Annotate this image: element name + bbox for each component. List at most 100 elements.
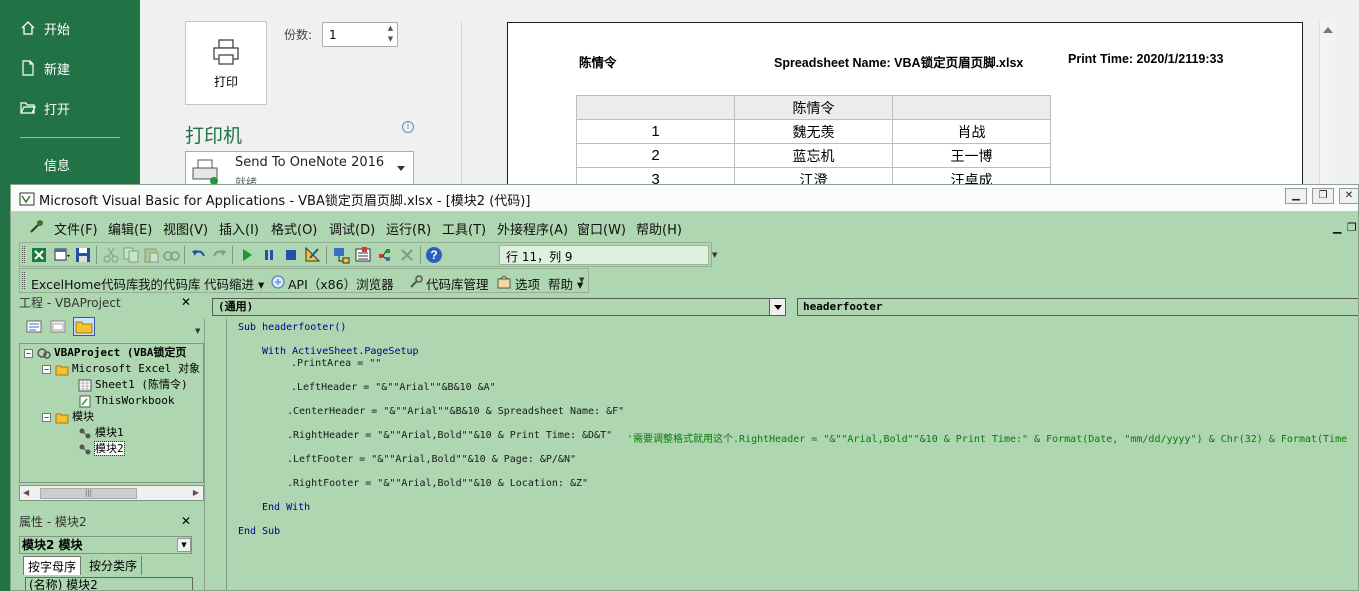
project-toolbar-options-icon[interactable]: ▼ xyxy=(195,327,200,335)
find-icon[interactable] xyxy=(162,246,180,264)
print-button[interactable]: 打印 xyxy=(185,21,267,105)
properties-close-icon[interactable]: ✕ xyxy=(179,515,193,529)
help-icon[interactable]: ? xyxy=(425,246,443,264)
tree-label: ThisWorkbook xyxy=(95,394,175,407)
print-preview-page: 陈情令 Spreadsheet Name: VBA锁定页眉页脚.xlsx Pri… xyxy=(507,22,1303,202)
vba-document-icon[interactable] xyxy=(29,218,45,234)
menu-help[interactable]: 帮助(H) xyxy=(636,219,682,238)
pause-icon[interactable] xyxy=(260,246,278,264)
menu-file[interactable]: 文件(F) xyxy=(54,219,98,238)
menu-run[interactable]: 运行(R) xyxy=(386,219,431,238)
menu-edit[interactable]: 编辑(E) xyxy=(108,219,152,238)
code-editor[interactable]: Sub headerfooter() With ActiveSheet.Page… xyxy=(204,319,1358,590)
info-icon[interactable]: i xyxy=(402,121,414,133)
undo-icon[interactable] xyxy=(190,246,208,264)
code-indent-button[interactable]: 代码缩进 ▾ xyxy=(204,274,264,293)
tree-label: 模块 xyxy=(72,410,94,423)
properties-object-select[interactable]: 模块2 模块 ▼ xyxy=(19,536,192,554)
nav-label-info: 信息 xyxy=(44,158,71,174)
tree-item-sheet1[interactable]: Sheet1 (陈情令) xyxy=(78,377,188,393)
tree-item-vbaproject[interactable]: − VBAProject (VBA锁定页 xyxy=(24,345,186,361)
tab-alphabetic[interactable]: 按字母序 xyxy=(23,556,82,575)
preview-scrollbar[interactable] xyxy=(1319,22,1335,202)
project-tree-horizontal-scrollbar[interactable]: ◀ ||| ▶ xyxy=(19,485,204,501)
save-icon[interactable] xyxy=(74,246,92,264)
view-object-icon[interactable] xyxy=(47,317,69,336)
scroll-right-icon[interactable]: ▶ xyxy=(193,488,199,497)
worksheet-icon xyxy=(78,379,92,391)
my-code-library-button[interactable]: 我的代码库 xyxy=(138,274,201,293)
close-button[interactable]: ✕ xyxy=(1339,188,1358,204)
paste-icon[interactable] xyxy=(142,246,160,264)
chevron-down-icon[interactable] xyxy=(769,299,785,315)
help-menu-button[interactable]: 帮助 ▾ xyxy=(548,274,583,293)
tab-categorized[interactable]: 按分类序 xyxy=(85,556,143,575)
toolbar-options-icon[interactable]: ▼ xyxy=(579,276,587,286)
stop-icon[interactable] xyxy=(282,246,300,264)
printer-dropdown[interactable]: Send To OneNote 2016 就绪 xyxy=(185,151,414,187)
procedure-select[interactable]: headerfooter xyxy=(797,298,1358,316)
scroll-left-icon[interactable]: ◀ xyxy=(23,488,29,497)
api-browser-icon[interactable] xyxy=(270,274,286,293)
cursor-position-status: 行 11，列 9 xyxy=(499,245,709,265)
view-excel-icon[interactable] xyxy=(30,246,48,264)
excelhome-code-library-button[interactable]: ExcelHome代码库 xyxy=(31,274,139,293)
properties-window-icon[interactable] xyxy=(354,246,372,264)
toggle-folders-icon[interactable] xyxy=(73,317,95,336)
table-row: 1 魏无羡 肖战 xyxy=(576,119,1051,144)
print-button-label: 打印 xyxy=(213,74,238,89)
toolbar-grip[interactable] xyxy=(22,272,25,289)
toolbar-options-icon[interactable]: ▼ xyxy=(712,251,720,261)
collapse-icon[interactable]: − xyxy=(24,348,33,358)
toolbox-icon[interactable] xyxy=(398,246,416,264)
menu-debug[interactable]: 调试(D) xyxy=(329,219,375,238)
collapse-icon[interactable]: − xyxy=(42,412,51,422)
view-code-icon[interactable] xyxy=(23,317,45,336)
code-line: .LeftHeader = "&""Arial""&B&10 &A" xyxy=(291,382,496,393)
nav-item-new[interactable]: 新建 xyxy=(0,51,140,85)
child-minimize-button[interactable]: ▁ xyxy=(1333,221,1341,234)
tree-item-modules-folder[interactable]: − 模块 xyxy=(42,409,94,425)
object-browser-icon[interactable] xyxy=(376,246,394,264)
menu-tools[interactable]: 工具(T) xyxy=(442,219,486,238)
code-line: End With xyxy=(262,502,311,513)
menu-insert[interactable]: 插入(I) xyxy=(219,219,259,238)
tree-item-thisworkbook[interactable]: ThisWorkbook xyxy=(78,393,174,409)
toolbar-grip[interactable] xyxy=(22,246,25,263)
nav-item-home[interactable]: 开始 xyxy=(0,11,140,45)
design-mode-icon[interactable] xyxy=(304,246,322,264)
scroll-up-icon[interactable] xyxy=(1323,27,1333,33)
nav-item-open[interactable]: 打开 xyxy=(0,91,140,125)
copies-spinner[interactable]: ▲ ▼ xyxy=(384,23,397,46)
api-browser-button[interactable]: API（x86）浏览器 xyxy=(288,274,394,293)
tree-item-module1[interactable]: 模块1 xyxy=(78,425,124,441)
options-button[interactable]: 选项 xyxy=(515,274,540,293)
tree-item-excel-objects[interactable]: − Microsoft Excel 对象 xyxy=(42,361,200,377)
menu-format[interactable]: 格式(O) xyxy=(271,219,317,238)
code-library-manager-button[interactable]: 代码库管理 xyxy=(426,274,489,293)
scrollbar-thumb[interactable]: ||| xyxy=(40,488,137,499)
minimize-button[interactable]: ▁ xyxy=(1285,188,1307,204)
child-restore-button[interactable]: ❐ xyxy=(1347,221,1357,234)
workbook-icon xyxy=(79,395,91,407)
nav-item-info[interactable]: 信息 xyxy=(0,147,140,181)
project-explorer-close-icon[interactable]: ✕ xyxy=(179,296,193,310)
copy-icon[interactable] xyxy=(122,246,140,264)
tools-icon[interactable] xyxy=(408,274,424,293)
menu-addins[interactable]: 外接程序(A) xyxy=(497,219,568,238)
project-explorer-icon[interactable] xyxy=(332,246,350,264)
options-icon[interactable] xyxy=(496,274,512,293)
property-row-name[interactable]: (名称) 模块2 xyxy=(25,577,193,590)
redo-icon[interactable] xyxy=(210,246,228,264)
collapse-icon[interactable]: − xyxy=(42,364,51,374)
chevron-down-icon[interactable]: ▼ xyxy=(177,538,191,552)
table-cell xyxy=(892,95,1051,120)
tree-item-module2[interactable]: 模块2 xyxy=(78,441,125,457)
cut-icon[interactable] xyxy=(102,246,120,264)
insert-userform-icon[interactable] xyxy=(53,246,71,264)
restore-button[interactable]: ❐ xyxy=(1312,188,1334,204)
run-icon[interactable] xyxy=(238,246,256,264)
menu-window[interactable]: 窗口(W) xyxy=(577,219,626,238)
menu-view[interactable]: 视图(V) xyxy=(163,219,208,238)
object-select[interactable]: (通用) xyxy=(212,298,786,316)
